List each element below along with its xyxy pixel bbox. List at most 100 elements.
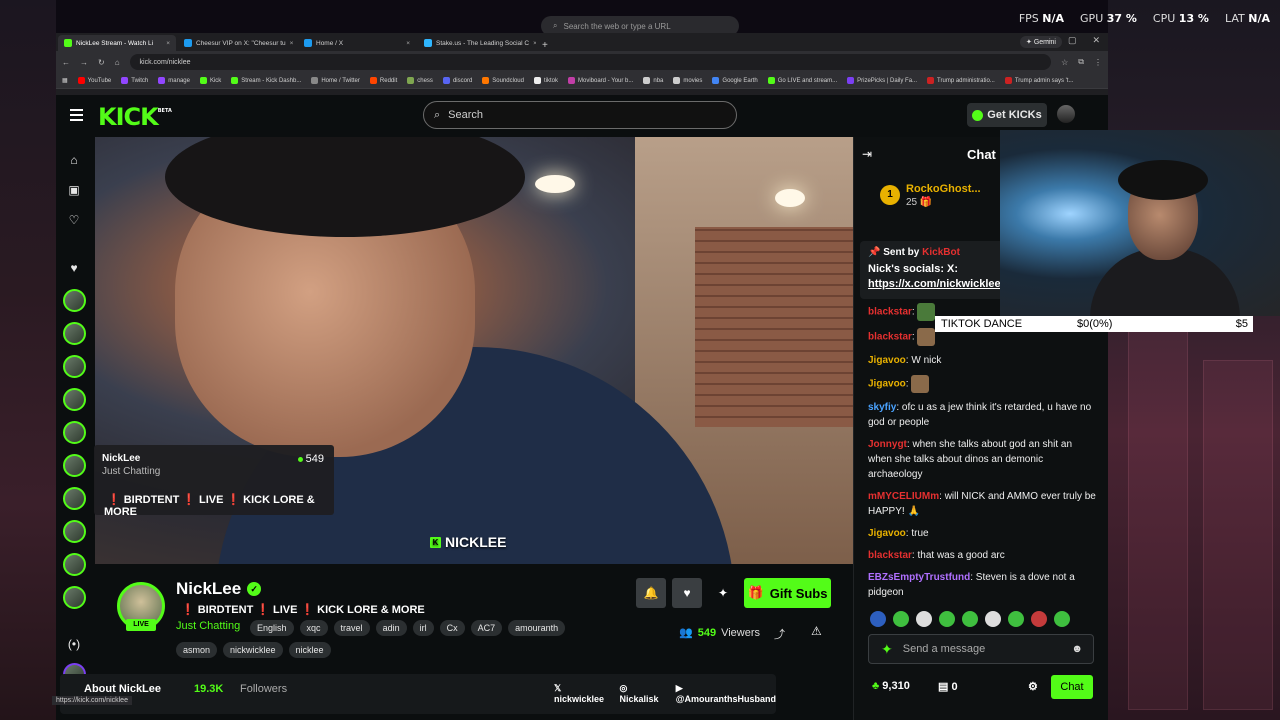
- new-tab-button[interactable]: +: [538, 40, 552, 51]
- menu-icon[interactable]: ⋮: [1094, 58, 1102, 67]
- bookmark-item[interactable]: Google Earth: [712, 77, 758, 84]
- bookmark-item[interactable]: nba: [643, 77, 663, 84]
- sparkle-icon[interactable]: ✦: [881, 641, 893, 658]
- browse-icon[interactable]: ▣: [67, 183, 81, 197]
- bookmark-item[interactable]: PrizePicks | Daily Fa...: [847, 77, 917, 84]
- browser-tab-stake[interactable]: Stake.us - The Leading Social C ×: [418, 35, 536, 51]
- get-kicks-button[interactable]: Get KICKs: [967, 103, 1047, 127]
- tag[interactable]: Cx: [439, 620, 465, 636]
- emote-icon[interactable]: [916, 611, 932, 627]
- bookmark-item[interactable]: Reddit: [369, 77, 397, 84]
- kick-logo[interactable]: KICKBETA: [98, 103, 172, 131]
- notification-bell-button[interactable]: 🔔: [636, 578, 666, 608]
- instagram-social-link[interactable]: ◎ Nickalisk: [620, 683, 664, 704]
- chat-message-input[interactable]: ✦ Send a message ☻: [868, 634, 1094, 664]
- followed-channel-avatar[interactable]: [63, 586, 86, 609]
- share-icon[interactable]: ⤴: [774, 626, 785, 642]
- followed-channel-avatar[interactable]: [63, 289, 86, 312]
- following-heart-icon[interactable]: ♡: [67, 213, 81, 227]
- youtube-social-link[interactable]: ▶ @AmouranthsHusband: [676, 683, 776, 704]
- user-avatar[interactable]: [1057, 105, 1075, 123]
- tag[interactable]: nickwicklee: [223, 642, 283, 658]
- bookmark-item[interactable]: YouTube: [77, 77, 111, 84]
- home-icon[interactable]: ⌂: [67, 153, 81, 167]
- reload-icon[interactable]: ↻: [98, 58, 105, 67]
- kicks-balance[interactable]: ♣ 9,310: [872, 680, 910, 692]
- emote-icon[interactable]: [985, 611, 1001, 627]
- emoji-picker-icon[interactable]: ☻: [1071, 643, 1083, 655]
- send-chat-button[interactable]: Chat: [1051, 675, 1093, 699]
- bookmark-item[interactable]: Moviboard - Your b...: [568, 77, 633, 84]
- bookmark-item[interactable]: Kick: [199, 77, 221, 84]
- tag[interactable]: English: [250, 620, 294, 636]
- hamburger-menu-icon[interactable]: [70, 109, 83, 124]
- extensions-icon[interactable]: ⧉: [1078, 57, 1084, 67]
- tag[interactable]: irl: [412, 620, 434, 636]
- close-tab-icon[interactable]: ×: [406, 40, 410, 47]
- chat-settings-gear-icon[interactable]: ⚙: [1028, 680, 1038, 693]
- bookmark-item[interactable]: Trump admin says 't...: [1004, 77, 1073, 84]
- tag[interactable]: AC7: [470, 620, 503, 636]
- search-input[interactable]: ⌕ Search: [423, 101, 737, 129]
- emote-icon[interactable]: [1054, 611, 1070, 627]
- close-tab-icon[interactable]: ×: [166, 40, 170, 47]
- close-window-icon[interactable]: ✕: [1092, 35, 1100, 46]
- gift-leaderboard[interactable]: 1 RockoGhost... 25 🎁: [868, 179, 1008, 213]
- report-warning-icon[interactable]: ⚠: [811, 624, 822, 638]
- followed-channel-avatar-nicklee[interactable]: [63, 454, 86, 477]
- emote-icon[interactable]: [870, 611, 886, 627]
- followed-channel-avatar[interactable]: [63, 388, 86, 411]
- maximize-icon[interactable]: ▢: [1068, 35, 1077, 46]
- address-bar[interactable]: kick.com/nicklee: [129, 54, 1052, 70]
- bookmark-item[interactable]: manage: [158, 77, 190, 84]
- tag[interactable]: nicklee: [288, 642, 331, 658]
- chat-footer: ♣ 9,310 ▤ 0 ⚙ Chat: [868, 675, 1094, 699]
- clip-sparkle-button[interactable]: ✦: [708, 578, 738, 608]
- followed-channel-avatar[interactable]: [63, 322, 86, 345]
- bookmark-item[interactable]: tiktok: [533, 77, 558, 84]
- bookmark-item[interactable]: Home / Twitter: [311, 77, 360, 84]
- emote-icon[interactable]: [962, 611, 978, 627]
- back-icon[interactable]: ←: [62, 58, 70, 67]
- browser-tab-x-home[interactable]: Home / X ×: [298, 35, 416, 51]
- tag[interactable]: xqc: [299, 620, 328, 636]
- bookmark-item[interactable]: Trump administratio...: [927, 77, 995, 84]
- followed-channel-avatar[interactable]: [63, 421, 86, 444]
- followed-channel-avatar[interactable]: [63, 553, 86, 576]
- close-tab-icon[interactable]: ×: [533, 40, 536, 47]
- bookmark-item[interactable]: Go LIVE and stream...: [767, 77, 837, 84]
- emote-icon[interactable]: [1031, 611, 1047, 627]
- follow-heart-button[interactable]: ♥: [672, 578, 702, 608]
- close-tab-icon[interactable]: ×: [290, 40, 294, 47]
- channel-name[interactable]: NickLee ✓: [176, 579, 262, 599]
- browser-tab-cheesur[interactable]: Cheesur VIP on X: "Cheesur tu ×: [178, 35, 296, 51]
- emote-icon[interactable]: [1008, 611, 1024, 627]
- collapse-chat-icon[interactable]: ⇥: [862, 147, 872, 161]
- x-social-link[interactable]: 𝕏 nickwicklee: [554, 683, 608, 704]
- apps-icon[interactable]: ▦: [62, 77, 68, 84]
- tag[interactable]: amouranth: [508, 620, 566, 636]
- bookmark-item[interactable]: Stream - Kick Dashb...: [231, 77, 301, 84]
- tag[interactable]: adin: [375, 620, 407, 636]
- gift-subs-button[interactable]: 🎁 Gift Subs: [744, 578, 831, 608]
- tag[interactable]: asmon: [176, 642, 218, 658]
- followed-channel-avatar[interactable]: [63, 487, 86, 510]
- channel-points[interactable]: ▤ 0: [938, 680, 958, 693]
- bookmark-star-icon[interactable]: ☆: [1061, 58, 1068, 67]
- bookmark-item[interactable]: Twitch: [121, 77, 148, 84]
- pinned-link[interactable]: https://x.com/nickwicklee: [868, 278, 1001, 290]
- home-icon[interactable]: ⌂: [115, 58, 120, 67]
- followed-channel-avatar[interactable]: [63, 355, 86, 378]
- stream-category[interactable]: Just Chatting: [176, 620, 240, 632]
- emote-icon[interactable]: [893, 611, 909, 627]
- emote-icon[interactable]: [939, 611, 955, 627]
- tag[interactable]: travel: [333, 620, 370, 636]
- bookmark-item[interactable]: discord: [442, 77, 472, 84]
- bookmark-item[interactable]: Soundcloud: [482, 77, 524, 84]
- forward-icon[interactable]: →: [80, 58, 88, 67]
- browser-tab-kick[interactable]: NickLee Stream - Watch Li ×: [58, 35, 176, 51]
- bookmark-item[interactable]: chess: [407, 77, 433, 84]
- minimize-icon[interactable]: –: [1047, 35, 1052, 46]
- followed-channel-avatar[interactable]: [63, 520, 86, 543]
- bookmark-item[interactable]: movies: [673, 77, 702, 84]
